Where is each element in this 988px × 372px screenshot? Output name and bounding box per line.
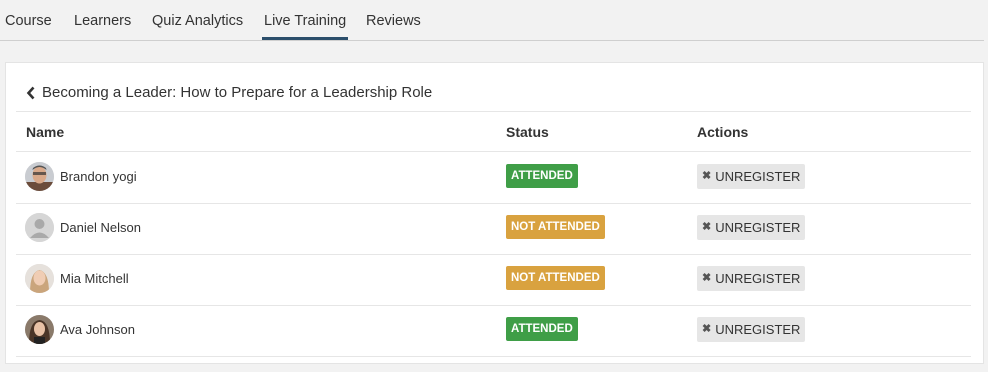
learner-name: Mia Mitchell (60, 271, 129, 286)
chevron-left-icon (26, 86, 36, 100)
unregister-label: UNREGISTER (715, 271, 801, 286)
status-badge: ATTENDED (506, 164, 578, 188)
tab-reviews[interactable]: Reviews (366, 13, 421, 29)
table-row: Daniel Nelson NOT ATTENDED ✖ UNREGISTER (16, 203, 971, 254)
status-badge: NOT ATTENDED (506, 266, 605, 290)
divider (16, 111, 971, 112)
close-icon: ✖ (702, 272, 712, 284)
table-row: Ava Johnson ATTENDED ✖ UNREGISTER (16, 305, 971, 356)
unregister-label: UNREGISTER (715, 220, 801, 235)
learner-name: Daniel Nelson (60, 220, 141, 235)
close-icon: ✖ (702, 170, 712, 182)
tab-learners[interactable]: Learners (74, 13, 131, 29)
tab-course[interactable]: Course (5, 13, 52, 29)
avatar (25, 213, 54, 242)
column-header-status: Status (506, 124, 549, 140)
back-to-course-link[interactable]: Becoming a Leader: How to Prepare for a … (26, 84, 432, 101)
avatar (25, 162, 54, 191)
tab-live-training[interactable]: Live Training (261, 13, 349, 40)
unregister-label: UNREGISTER (715, 169, 801, 184)
live-training-panel: Becoming a Leader: How to Prepare for a … (5, 62, 984, 364)
unregister-button[interactable]: ✖ UNREGISTER (697, 164, 806, 189)
divider (16, 356, 971, 357)
page-title: Becoming a Leader: How to Prepare for a … (42, 84, 433, 101)
unregister-label: UNREGISTER (715, 322, 801, 337)
unregister-button[interactable]: ✖ UNREGISTER (697, 215, 806, 240)
status-badge: NOT ATTENDED (506, 215, 605, 239)
avatar (25, 315, 54, 344)
status-badge: ATTENDED (506, 317, 578, 341)
close-icon: ✖ (702, 221, 712, 233)
column-header-name: Name (26, 124, 65, 140)
avatar (25, 264, 54, 293)
table-row: Brandon yogi ATTENDED ✖ UNREGISTER (16, 152, 971, 203)
unregister-button[interactable]: ✖ UNREGISTER (697, 266, 806, 291)
tab-quiz-analytics[interactable]: Quiz Analytics (152, 13, 243, 29)
table-row: Mia Mitchell NOT ATTENDED ✖ UNREGISTER (16, 254, 971, 305)
learner-name: Brandon yogi (60, 169, 137, 184)
learner-name: Ava Johnson (60, 322, 135, 337)
tab-bar: Course Learners Quiz Analytics Live Trai… (0, 0, 984, 41)
column-header-actions: Actions (697, 124, 749, 140)
close-icon: ✖ (702, 323, 712, 335)
unregister-button[interactable]: ✖ UNREGISTER (697, 317, 806, 342)
